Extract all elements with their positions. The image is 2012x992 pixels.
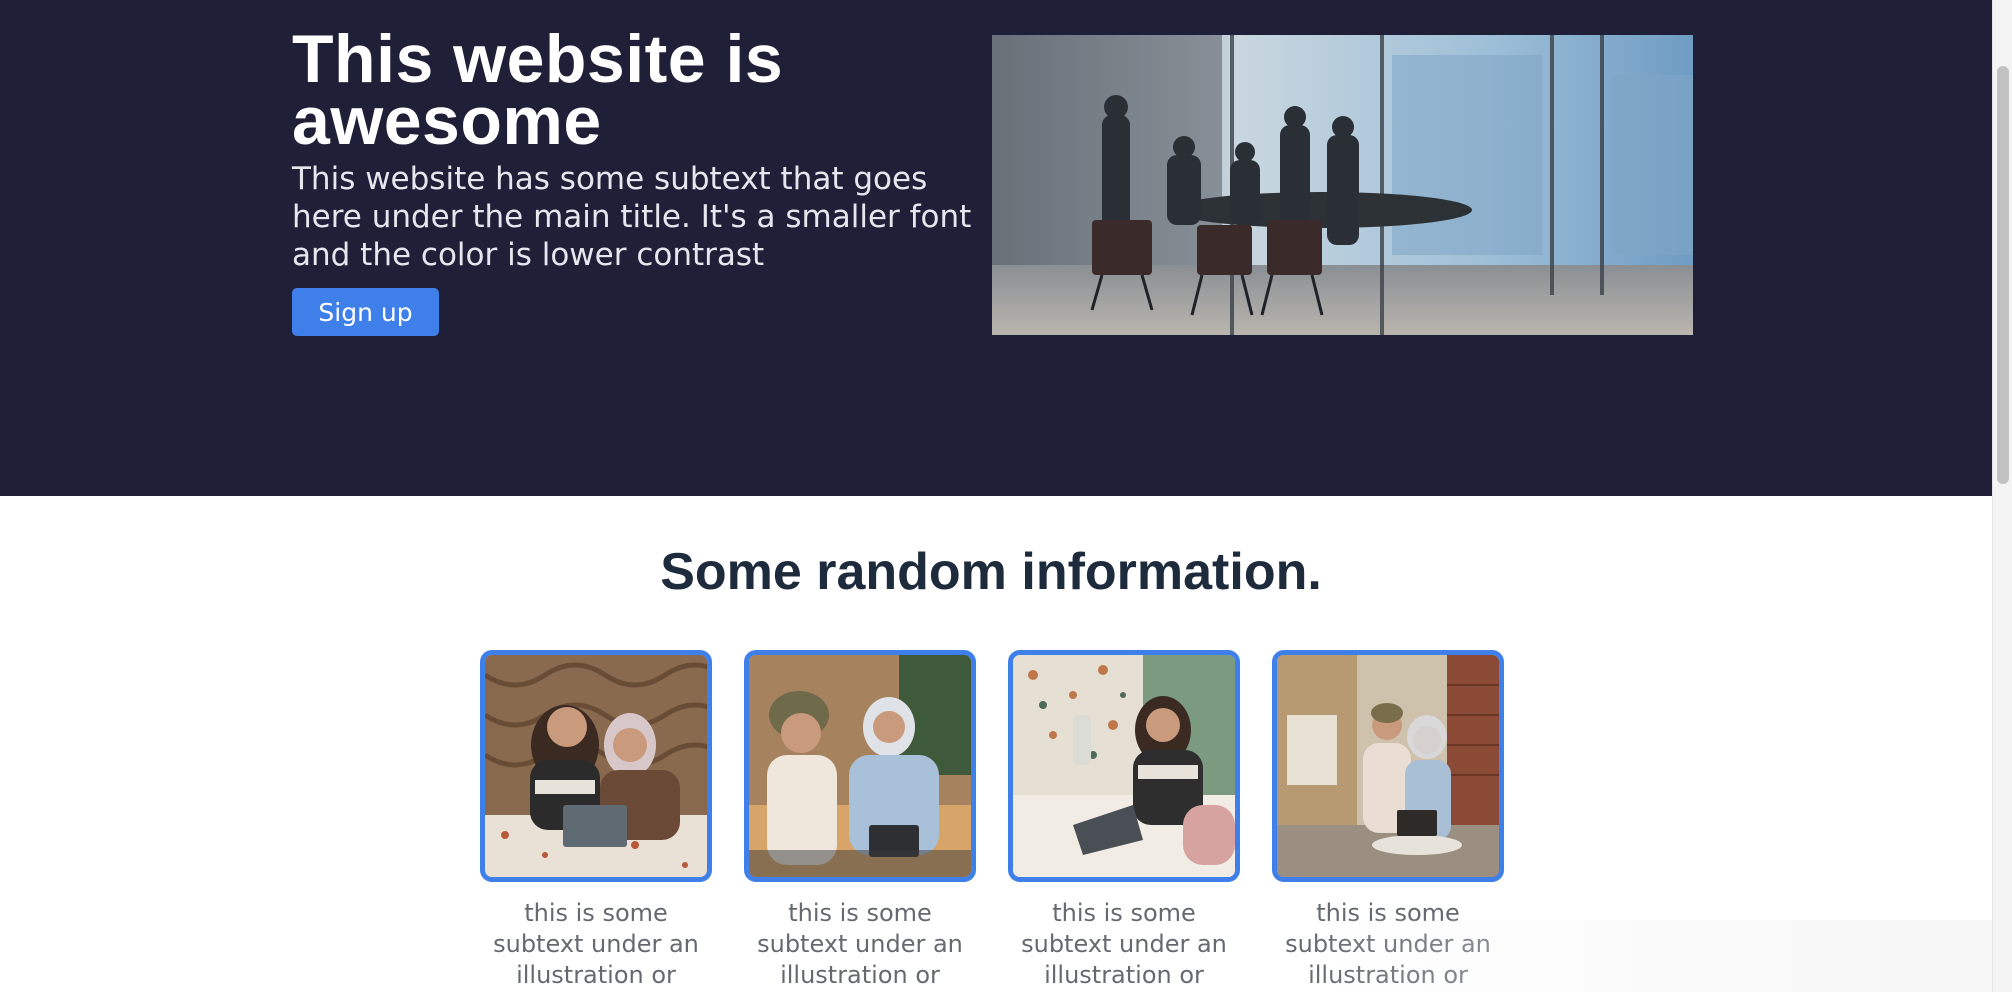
signup-button[interactable]: Sign up	[292, 288, 439, 336]
card-image	[1272, 650, 1504, 882]
card-caption: this is some subtext under an illustrati…	[757, 899, 963, 989]
card-list: this is some subtext under an illustrati…	[480, 650, 1505, 992]
card-image	[1008, 650, 1240, 882]
info-card: this is some subtext under an illustrati…	[1008, 650, 1240, 992]
info-card: this is some subtext under an illustrati…	[1272, 650, 1504, 992]
two-women-tablet-photo	[749, 655, 971, 877]
card-caption: this is some subtext under an illustrati…	[493, 899, 699, 989]
hero-title: This website is awesome	[292, 21, 784, 159]
hero-subtitle: This website has some subtext that goes …	[292, 161, 972, 273]
info-card: this is some subtext under an illustrati…	[480, 650, 712, 992]
section-heading: Some random information.	[660, 543, 1322, 601]
business-meeting-photo	[992, 35, 1693, 335]
scrollbar-thumb[interactable]	[1997, 66, 2009, 484]
page: This website is awesome This website has…	[0, 0, 1992, 992]
hero-image	[992, 35, 1693, 335]
card-caption: this is some subtext under an illustrati…	[1021, 899, 1227, 989]
card-image	[480, 650, 712, 882]
hero-section: This website is awesome This website has…	[0, 0, 1992, 496]
two-women-laptop-patio-photo	[1277, 655, 1499, 877]
woman-laptop-cafe-photo	[1013, 655, 1235, 877]
vertical-scrollbar[interactable]	[1992, 0, 2012, 992]
info-card: this is some subtext under an illustrati…	[744, 650, 976, 992]
card-caption: this is some subtext under an illustrati…	[1285, 899, 1491, 989]
two-women-laptop-photo	[485, 655, 707, 877]
card-image	[744, 650, 976, 882]
